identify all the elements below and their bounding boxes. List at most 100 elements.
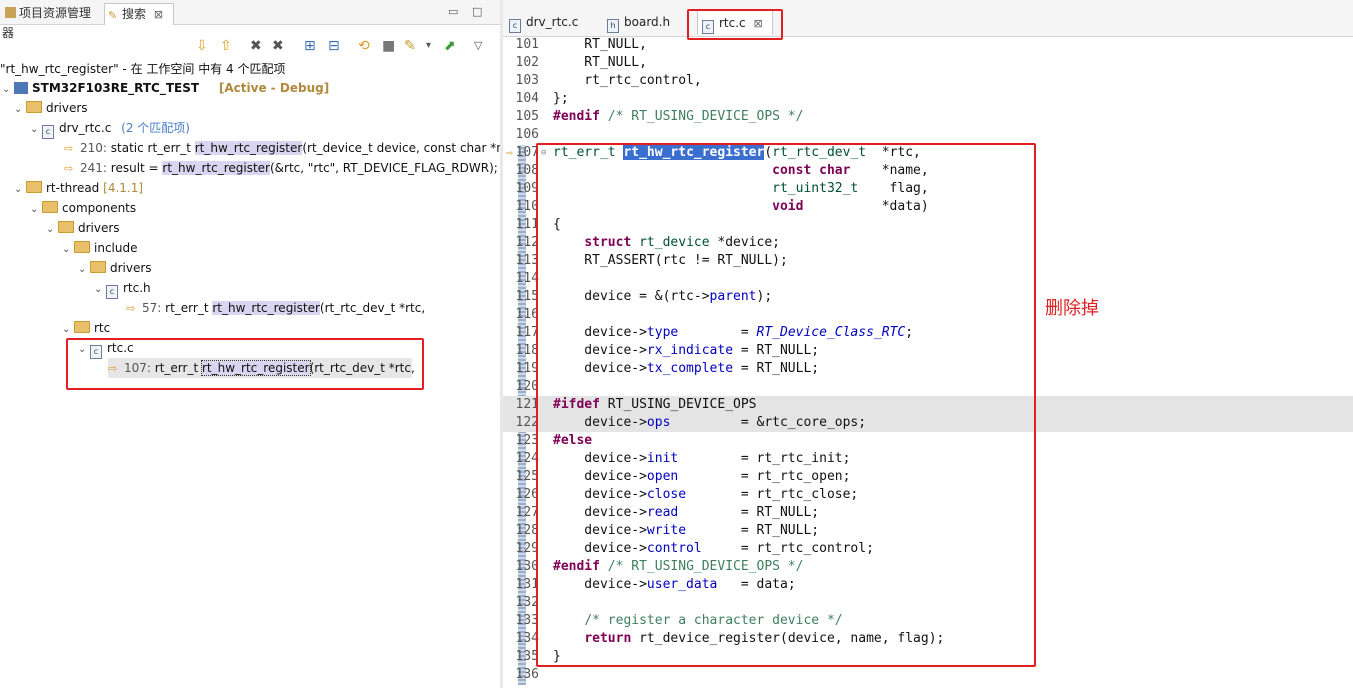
- minimize-icon[interactable]: ▭: [448, 5, 458, 18]
- project-explorer-icon: [5, 7, 16, 18]
- tree-folder-components[interactable]: ⌄ components: [30, 198, 136, 218]
- collapse-all-icon[interactable]: ⊟: [328, 38, 340, 54]
- chevron-down-icon[interactable]: ⌄: [14, 180, 26, 200]
- tab-board-h[interactable]: h board.h: [607, 10, 687, 34]
- pin-view-icon[interactable]: ⬈: [444, 38, 456, 54]
- code-line: 103 rt_rtc_control,: [515, 73, 702, 88]
- code-line-inactive: 122 device->ops = &rtc_core_ops;: [503, 414, 1353, 432]
- code-line: 133 /* register a character device */: [515, 613, 843, 628]
- remove-match-icon[interactable]: ✖: [250, 38, 262, 54]
- code-line: 104};: [515, 91, 569, 106]
- chevron-down-icon[interactable]: ⌄: [14, 100, 26, 120]
- tab-drv-rtc-c[interactable]: c drv_rtc.c: [509, 10, 593, 34]
- code-line: 109 rt_uint32_t flag,: [515, 181, 929, 196]
- code-line: 113 RT_ASSERT(rtc != RT_NULL);: [515, 253, 788, 268]
- header-file-icon: h: [607, 19, 619, 33]
- code-line: 125 device->open = rt_rtc_open;: [515, 469, 851, 484]
- tree-file-rtc-h[interactable]: ⌄ c rtc.h: [94, 278, 151, 300]
- expand-all-icon[interactable]: ⊞: [304, 38, 316, 54]
- code-line: 105 #endif /* RT_USING_DEVICE_OPS */: [515, 109, 804, 124]
- close-icon[interactable]: ⊠: [753, 17, 762, 30]
- code-line: 131 device->user_data = data;: [515, 577, 796, 592]
- code-line: 102 RT_NULL,: [515, 55, 647, 70]
- code-line: 108 const char *name,: [515, 163, 929, 178]
- code-line: 118 device->rx_indicate = RT_NULL;: [515, 343, 820, 358]
- code-line: 128 device->write = RT_NULL;: [515, 523, 820, 538]
- chevron-down-icon[interactable]: ⌄: [62, 240, 74, 260]
- code-line: 120: [515, 379, 539, 394]
- folder-icon: [42, 201, 58, 213]
- left-tab-bar: 项目资源管理器 ✎ 搜索 ⊠ ▭ □: [0, 0, 500, 40]
- chevron-down-icon[interactable]: ⌄: [46, 220, 58, 240]
- match-arrow-icon: ⇨: [64, 142, 74, 155]
- code-line: 123 #else: [515, 433, 593, 448]
- code-line: 135}: [515, 649, 561, 664]
- code-editor[interactable]: 101 RT_NULL, 102 RT_NULL, 103 rt_rtc_con…: [503, 36, 1353, 688]
- tree-file-drv-rtc[interactable]: ⌄ c drv_rtc.c (2 个匹配项): [30, 118, 190, 140]
- tree-folder-drivers[interactable]: ⌄ drivers: [46, 218, 120, 238]
- tree-project[interactable]: ⌄ STM32F103RE_RTC_TEST [Active - Debug]: [2, 78, 329, 98]
- stop-search-icon[interactable]: ■: [382, 38, 395, 54]
- folder-icon: [90, 261, 106, 273]
- close-icon[interactable]: ⊠: [154, 8, 163, 21]
- tree-folder-rtc[interactable]: ⌄ rtc: [62, 318, 110, 338]
- tab-search[interactable]: ✎ 搜索 ⊠: [104, 3, 174, 25]
- tree-file-rtc-c[interactable]: ⌄ c rtc.c: [78, 338, 134, 360]
- header-file-icon: c: [106, 285, 118, 299]
- chevron-down-icon[interactable]: ⌄: [30, 200, 42, 220]
- project-icon: [14, 82, 28, 94]
- previous-match-icon[interactable]: ⇧: [220, 38, 232, 54]
- code-line-inactive: 121 #ifdef RT_USING_DEVICE_OPS: [503, 396, 1353, 414]
- chevron-down-icon[interactable]: ⌄: [30, 120, 42, 140]
- chevron-down-icon[interactable]: ⌄: [78, 340, 90, 360]
- tree-folder-rt-thread[interactable]: ⌄ rt-thread [4.1.1]: [14, 178, 143, 198]
- code-line: 132: [515, 595, 539, 610]
- folder-icon: [26, 181, 42, 193]
- code-line: 126 device->close = rt_rtc_close;: [515, 487, 859, 502]
- code-line: 106: [515, 127, 539, 142]
- code-line: 114: [515, 271, 539, 286]
- search-match-row-selected[interactable]: ⇨ 107: rt_err_t rt_hw_rtc_register(rt_rtc…: [108, 358, 415, 378]
- code-line: 112 struct rt_device *device;: [515, 235, 781, 250]
- search-match-row[interactable]: ⇨ 210: static rt_err_t rt_hw_rtc_register…: [64, 138, 523, 158]
- maximize-icon[interactable]: □: [472, 5, 482, 18]
- code-line: 124 device->init = rt_rtc_init;: [515, 451, 851, 466]
- code-line: 129 device->control = rt_rtc_control;: [515, 541, 874, 556]
- c-file-icon: c: [42, 125, 54, 139]
- code-line: 110 void *data): [515, 199, 929, 214]
- remove-all-icon[interactable]: ✖: [272, 38, 284, 54]
- c-file-icon: c: [509, 19, 521, 33]
- next-match-icon[interactable]: ⇩: [196, 38, 208, 54]
- search-toolbar: ⇩ ⇧ ✖ ✖ ⊞ ⊟ ⟲ ■ ✎ ▾ ⬈ ▽: [0, 36, 500, 58]
- tree-folder-include[interactable]: ⌄ include: [62, 238, 137, 258]
- chevron-down-icon[interactable]: ⌄: [2, 80, 14, 100]
- tree-folder-drivers[interactable]: ⌄ drivers: [78, 258, 152, 278]
- tab-project-explorer[interactable]: 项目资源管理器: [2, 3, 100, 40]
- code-line: 134 return rt_device_register(device, na…: [515, 631, 945, 646]
- folder-icon: [26, 101, 42, 113]
- chevron-down-icon[interactable]: ⌄: [62, 320, 74, 340]
- code-line-current: ⇨ 107 ⊖ rt_err_t rt_hw_rtc_register(rt_rtc_…: [506, 144, 921, 162]
- tab-rtc-c[interactable]: c rtc.c ⊠: [697, 10, 773, 35]
- c-file-icon: c: [90, 345, 102, 359]
- folder-icon: [74, 241, 90, 253]
- tree-folder-drivers[interactable]: ⌄ drivers: [14, 98, 88, 118]
- chevron-down-icon[interactable]: ⌄: [78, 260, 90, 280]
- history-dropdown-icon[interactable]: ▾: [426, 38, 431, 54]
- annotation-delete: 删除掉: [1045, 298, 1099, 319]
- chevron-down-icon[interactable]: ⌄: [94, 280, 106, 300]
- search-match-row[interactable]: ⇨ 57: rt_err_t rt_hw_rtc_register(rt_rtc_…: [126, 298, 425, 318]
- fold-icon[interactable]: ⊖: [541, 144, 546, 162]
- search-icon: ✎: [108, 9, 118, 22]
- match-arrow-icon: ⇨: [64, 162, 74, 175]
- view-menu-icon[interactable]: ▽: [474, 38, 482, 54]
- code-line: 117 device->type = RT_Device_Class_RTC;: [515, 325, 914, 340]
- code-line: 136: [515, 667, 539, 682]
- match-arrow-icon: ⇨: [126, 302, 136, 315]
- editor-tab-bar: c drv_rtc.c h board.h c rtc.c ⊠: [503, 0, 1353, 37]
- search-match-row[interactable]: ⇨ 241: result = rt_hw_rtc_register(&rtc, …: [64, 158, 498, 178]
- folder-icon: [58, 221, 74, 233]
- search-history-icon[interactable]: ✎: [404, 38, 416, 54]
- run-search-icon[interactable]: ⟲: [358, 38, 370, 54]
- code-line: 119 device->tx_complete = RT_NULL;: [515, 361, 820, 376]
